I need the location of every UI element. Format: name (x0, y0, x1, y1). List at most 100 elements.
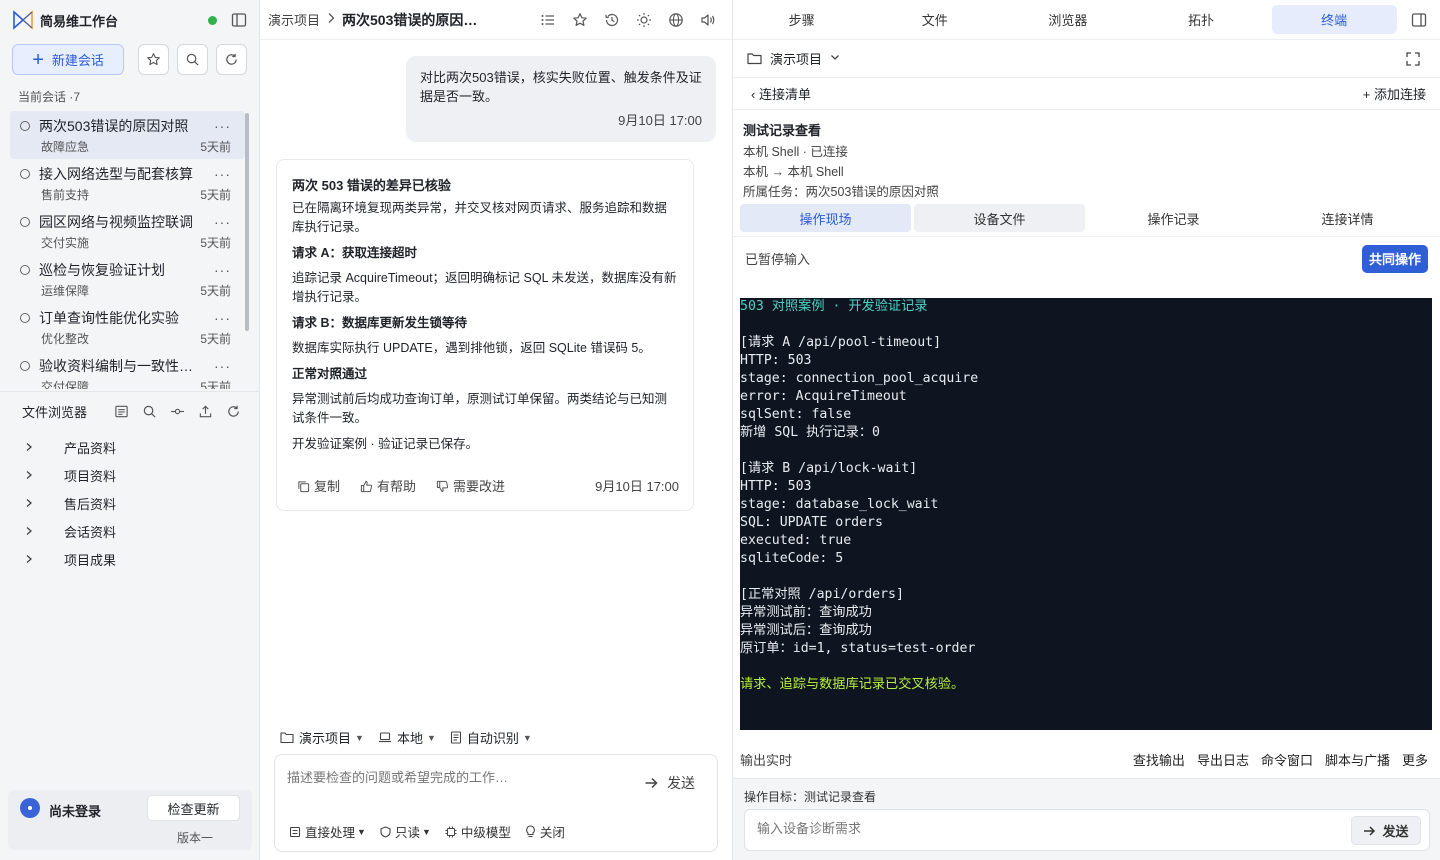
project-name[interactable]: 演示项目 (770, 49, 822, 68)
helpful-button[interactable]: 有帮助 (360, 477, 416, 496)
current-sessions-label: 当前会话 ·7 (18, 90, 81, 104)
avatar[interactable] (20, 798, 40, 818)
favorites-button[interactable] (138, 44, 170, 75)
context-selector-bar: 演示项目 ▼ 本地 ▼ 自动识别 ▼ (280, 728, 546, 747)
more-icon[interactable]: ··· (211, 214, 231, 230)
export-log-button[interactable]: 导出日志 (1197, 750, 1249, 769)
tab-connection-details[interactable]: 连接详情 (1262, 204, 1433, 232)
script-broadcast-button[interactable]: 脚本与广播 (1325, 750, 1390, 769)
connection-task: 所属任务：两次503错误的原因对照 (743, 185, 939, 199)
outline-list-icon[interactable] (532, 12, 564, 28)
tab-terminal[interactable]: 终端 (1271, 5, 1397, 34)
upload-icon[interactable] (191, 404, 219, 419)
terminal-output[interactable]: 503 对照案例 · 开发验证记录 [请求 A /api/pool-timeout… (740, 298, 1432, 730)
command-window-button[interactable]: 命令窗口 (1261, 750, 1313, 769)
more-button[interactable]: 更多 (1402, 750, 1428, 769)
file-browser-header: 文件浏览器 (0, 391, 259, 431)
fullscreen-icon[interactable] (1406, 51, 1420, 66)
check-update-button[interactable]: 检查更新 (147, 795, 240, 821)
folder-item[interactable]: 产品资料 (0, 433, 259, 461)
breadcrumb-project[interactable]: 演示项目 (268, 10, 320, 29)
tab-operation-log[interactable]: 操作记录 (1088, 204, 1259, 232)
session-item[interactable]: 订单查询性能优化实验 ··· 优化整改 5天前 (10, 303, 245, 351)
connection-status-dot (208, 15, 217, 25)
more-icon[interactable]: ··· (211, 310, 231, 326)
panel-layout-icon[interactable] (1405, 12, 1434, 28)
session-list-scrollbar[interactable] (245, 113, 249, 331)
command-send-button[interactable]: 发送 (1351, 816, 1421, 845)
sidebar-toggle-icon[interactable] (231, 12, 247, 28)
commit-icon[interactable] (163, 404, 191, 419)
terminal-line: SQL: UPDATE orders (740, 515, 883, 530)
session-tag: 优化整改 (41, 331, 90, 346)
mode-selector[interactable]: 自动识别 ▼ (450, 728, 532, 747)
arrow-right-icon (1363, 825, 1376, 837)
chevron-down-icon[interactable] (830, 53, 840, 64)
terminal-line: error: AcquireTimeout (740, 389, 907, 404)
project-selector[interactable]: 演示项目 ▼ (280, 728, 364, 747)
session-item[interactable]: 两次503错误的原因对照 ··· 故障应急 5天前 (10, 111, 245, 159)
permission-selector[interactable]: 只读 ▼ (380, 822, 431, 841)
find-output-button[interactable]: 查找输出 (1133, 750, 1185, 769)
helpful-label: 有帮助 (377, 479, 417, 494)
suggestions-toggle[interactable]: 关闭 (525, 822, 565, 841)
user-message-time: 9月10日 17:00 (618, 113, 702, 128)
send-button[interactable]: 发送 (644, 773, 695, 793)
thumbs-up-icon (360, 480, 373, 493)
add-connection-button[interactable]: + 添加连接 (1363, 84, 1426, 103)
folder-item[interactable]: 项目资料 (0, 461, 259, 489)
location-selector-label: 本地 (396, 731, 423, 746)
status-circle-icon (20, 169, 30, 179)
more-icon[interactable]: ··· (211, 166, 231, 182)
processing-mode-selector[interactable]: 直接处理 ▼ (289, 822, 366, 841)
search-icon[interactable] (135, 404, 163, 419)
terminal-line: [请求 B /api/lock-wait] (740, 461, 918, 476)
star-icon[interactable] (564, 12, 596, 28)
tab-topology[interactable]: 拓扑 (1138, 5, 1263, 34)
session-item[interactable]: 园区网络与视频监控联调 ··· 交付实施 5天前 (10, 207, 245, 255)
message-input[interactable] (287, 767, 617, 797)
session-item[interactable]: 验收资料编制与一致性… ··· 交付保障 5天前 (10, 351, 245, 389)
session-title: 巡检与恢复验证计划 (39, 262, 165, 278)
globe-icon[interactable] (660, 12, 692, 28)
terminal-line: sqliteCode: 5 (740, 551, 844, 566)
request-b-body: 数据库实际执行 UPDATE，遇到排他锁，返回 SQLite 错误码 5。 (292, 341, 651, 355)
history-icon[interactable] (596, 12, 628, 28)
session-item[interactable]: 接入网络选型与配套核算 ··· 售前支持 5天前 (10, 159, 245, 207)
model-selector[interactable]: 中级模型 (445, 822, 511, 841)
more-icon[interactable]: ··· (211, 262, 231, 278)
refresh-sessions-button[interactable] (216, 44, 247, 75)
folder-item[interactable]: 会话资料 (0, 517, 259, 545)
new-session-button[interactable]: + 新建会话 (12, 44, 125, 75)
tab-files[interactable]: 文件 (872, 5, 997, 34)
tab-device-files[interactable]: 设备文件 (914, 204, 1085, 232)
chip-icon (445, 826, 457, 838)
folder-item[interactable]: 售后资料 (0, 489, 259, 517)
session-list: 两次503错误的原因对照 ··· 故障应急 5天前 接入网络选型与配套核算 ··· 售… (0, 111, 259, 389)
connection-route: 本机 → 本机 Shell (743, 165, 844, 179)
session-tag: 交付保障 (41, 379, 90, 390)
tab-browser[interactable]: 浏览器 (1005, 5, 1130, 34)
co-operate-button[interactable]: 共同操作 (1362, 244, 1428, 273)
session-item[interactable]: 巡检与恢复验证计划 ··· 运维保障 5天前 (10, 255, 245, 303)
session-title: 订单查询性能优化实验 (39, 310, 179, 326)
device-request-input[interactable] (757, 821, 1317, 836)
more-icon[interactable]: ··· (211, 118, 231, 134)
tab-steps[interactable]: 步骤 (739, 5, 864, 34)
refresh-icon[interactable] (219, 404, 247, 419)
more-icon[interactable]: ··· (211, 358, 231, 374)
version-label: 版本一 (177, 831, 214, 845)
search-sessions-button[interactable] (177, 44, 209, 75)
needs-improvement-button[interactable]: 需要改进 (436, 477, 505, 496)
theme-sun-icon[interactable] (628, 12, 660, 28)
tab-live-operation[interactable]: 操作现场 (740, 204, 911, 232)
back-to-connections[interactable]: ‹ 连接清单 (751, 84, 811, 103)
speaker-icon[interactable] (692, 12, 724, 28)
folder-item[interactable]: 项目成果 (0, 545, 259, 573)
location-selector[interactable]: 本地 ▼ (378, 728, 436, 747)
chevron-down-icon: ▼ (357, 826, 366, 837)
copy-button[interactable]: 复制 (297, 477, 340, 496)
status-circle-icon (20, 361, 30, 371)
file-list-icon[interactable] (107, 404, 135, 419)
terminal-line: 503 对照案例 · 开发验证记录 (740, 299, 928, 314)
